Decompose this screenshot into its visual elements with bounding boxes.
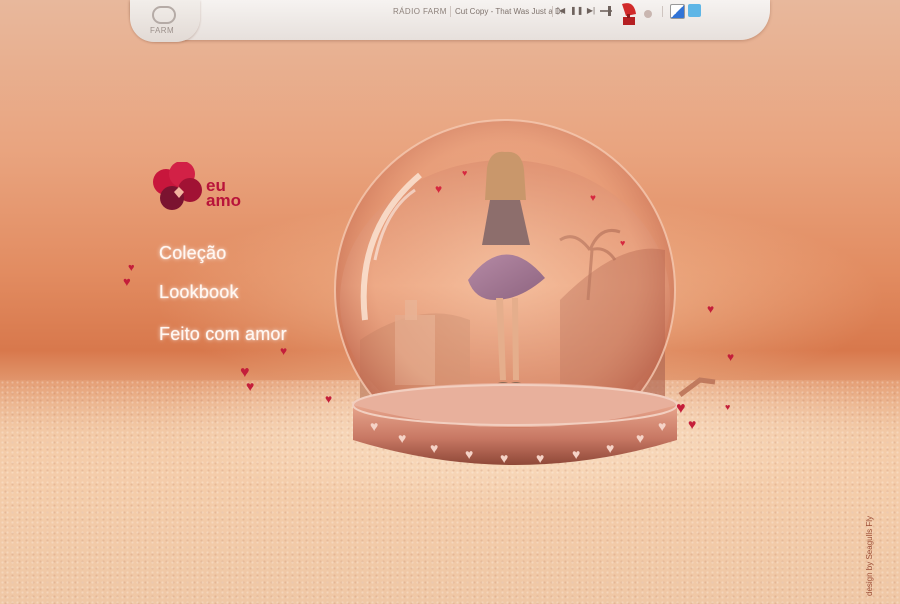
farm-logo[interactable]: FARM bbox=[130, 0, 200, 42]
divider bbox=[450, 6, 451, 17]
farm-logo-icon bbox=[152, 6, 176, 24]
divider bbox=[552, 6, 553, 17]
delicious-icon[interactable] bbox=[670, 4, 685, 19]
eu-amo-brand: eu amo bbox=[206, 177, 241, 210]
menu-item-feito-com-amor[interactable]: Feito com amor bbox=[159, 324, 287, 345]
farm-logo-text: FARM bbox=[150, 26, 175, 35]
volume-knob[interactable] bbox=[608, 6, 611, 16]
menu-item-colecao[interactable]: Coleção bbox=[159, 243, 226, 264]
radio-toolbar: FARM RÁDIO FARM Cut Copy - That Was Just… bbox=[130, 0, 770, 42]
gramophone-icon[interactable] bbox=[618, 2, 640, 28]
brand-line-2: amo bbox=[206, 191, 241, 210]
design-credit[interactable]: design by Seagulls Fly bbox=[865, 516, 874, 596]
divider bbox=[662, 6, 663, 17]
mute-button[interactable] bbox=[644, 10, 652, 18]
next-button[interactable]: ▶| bbox=[585, 5, 597, 17]
pause-button[interactable]: ❚❚ bbox=[570, 5, 583, 17]
twitter-icon[interactable] bbox=[688, 4, 701, 17]
eu-amo-logo-icon bbox=[153, 162, 202, 210]
now-playing-track: Cut Copy - That Was Just a Dr bbox=[455, 7, 564, 16]
prev-button[interactable]: |◀ bbox=[555, 5, 567, 17]
snow-globe-illustration bbox=[334, 119, 716, 465]
menu-item-lookbook[interactable]: Lookbook bbox=[159, 282, 239, 303]
radio-label: RÁDIO FARM bbox=[393, 7, 447, 16]
